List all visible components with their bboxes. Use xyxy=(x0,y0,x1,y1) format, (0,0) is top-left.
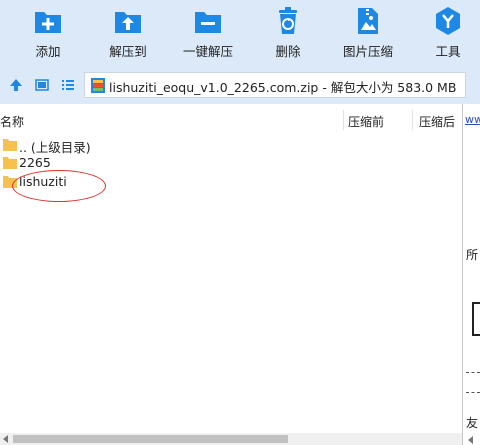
column-compressed-after[interactable]: 压缩后 xyxy=(419,113,455,130)
list-view-icon[interactable] xyxy=(60,77,76,93)
one-click-extract-label: 一键解压 xyxy=(182,44,233,59)
zip-archive-icon xyxy=(91,78,105,93)
recycle-bin-icon xyxy=(279,7,297,34)
image-compress-icon xyxy=(358,8,378,34)
red-ellipse-annotation xyxy=(12,170,106,202)
scroll-left-icon[interactable] xyxy=(3,435,8,443)
column-separator xyxy=(343,110,344,130)
column-compressed-before[interactable]: 压缩前 xyxy=(348,113,384,130)
add-button[interactable]: 添加 xyxy=(8,0,88,66)
image-compress-button[interactable]: 图片压缩 xyxy=(328,0,408,66)
folder-icon xyxy=(3,139,17,151)
archive-path-text: lishuziti_eoqu_v1.0_2265.com.zip - 解包大小为… xyxy=(109,80,457,95)
extract-to-button[interactable]: 解压到 xyxy=(88,0,168,66)
add-label: 添加 xyxy=(35,44,61,59)
address-bar: lishuziti_eoqu_v1.0_2265.com.zip - 解包大小为… xyxy=(0,66,480,104)
delete-label: 删除 xyxy=(275,44,301,59)
preview-pane: www 所 友 xyxy=(463,104,480,445)
horizontal-scrollbar[interactable] xyxy=(0,433,462,445)
tools-label: 工具 xyxy=(435,44,461,59)
up-arrow-icon[interactable] xyxy=(8,77,24,93)
one-click-extract-icon xyxy=(195,12,221,33)
extract-folder-icon xyxy=(115,12,141,33)
toolbar: 添加 解压到 一键解压 删除 图片压缩 工具 xyxy=(0,0,480,66)
column-header: 名称 压缩前 压缩后 xyxy=(0,110,462,130)
path-field[interactable]: lishuziti_eoqu_v1.0_2265.com.zip - 解包大小为… xyxy=(84,72,466,98)
tools-cube-icon xyxy=(436,7,460,35)
scroll-left-icon[interactable] xyxy=(468,436,473,444)
preview-dashed-line xyxy=(466,392,480,393)
tools-button[interactable]: 工具 xyxy=(408,0,480,66)
preview-dashed-line xyxy=(466,372,480,373)
column-name[interactable]: 名称 xyxy=(0,113,24,130)
scroll-thumb[interactable] xyxy=(13,435,288,443)
file-name: 2265 xyxy=(19,155,51,170)
list-item[interactable]: .. (上级目录) xyxy=(0,135,460,155)
folder-icon xyxy=(3,157,17,169)
one-click-extract-button[interactable]: 一键解压 xyxy=(168,0,248,66)
thumbnail-view-icon[interactable] xyxy=(34,77,50,93)
preview-text: 友 xyxy=(466,416,479,430)
delete-button[interactable]: 删除 xyxy=(248,0,328,66)
list-item[interactable]: 2265 xyxy=(0,153,460,172)
preview-text: 所 xyxy=(466,248,479,262)
preview-link[interactable]: www xyxy=(465,113,480,126)
add-archive-icon xyxy=(35,12,61,33)
column-separator xyxy=(412,110,413,130)
image-compress-label: 图片压缩 xyxy=(342,44,393,59)
preview-bracket xyxy=(472,302,480,336)
extract-to-label: 解压到 xyxy=(109,44,147,59)
